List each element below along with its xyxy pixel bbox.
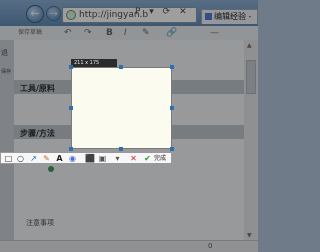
capture-selection[interactable]	[71, 67, 172, 149]
section-title-steps: 步骤/方法	[20, 129, 55, 138]
resize-handle-se[interactable]	[170, 147, 174, 151]
left-item-back[interactable]: 退	[1, 48, 8, 58]
resize-handle-e[interactable]	[170, 106, 174, 110]
tab-label: 编辑经验 -	[214, 12, 252, 21]
link-icon[interactable]: 🔗	[166, 26, 177, 40]
forward-arrow-icon[interactable]: →	[46, 6, 61, 21]
more-dropdown-icon[interactable]: ▾	[113, 154, 122, 163]
rectangle-tool-icon[interactable]: □	[4, 154, 13, 163]
screenshot-toolbar: □ ○ ↗ ✎ A ◉ ⬛ ▣ ▾ ✕ ✔ 完成	[0, 152, 172, 164]
address-tools[interactable]: P ▾ ⟳ ✕	[135, 7, 190, 17]
resize-handle-sw[interactable]	[69, 147, 73, 151]
resize-handle-nw[interactable]	[69, 65, 73, 69]
arrow-tool-icon[interactable]: ↗	[29, 154, 38, 163]
text-tool-icon[interactable]: A	[55, 154, 64, 163]
back-arrow-icon[interactable]: ←	[26, 5, 44, 23]
pen-icon[interactable]: ✎	[142, 26, 150, 40]
scrollbar-thumb[interactable]	[246, 60, 256, 94]
brush-tool-icon[interactable]: ✎	[42, 154, 51, 163]
resize-handle-n[interactable]	[119, 65, 123, 69]
cancel-icon[interactable]: ✕	[129, 154, 138, 163]
step-bullet-icon	[48, 166, 54, 172]
selection-size-label: 211 x 175	[71, 59, 117, 67]
save-draft-button[interactable]: 保存草稿	[18, 26, 42, 40]
copy-image-icon[interactable]: ▣	[98, 154, 107, 163]
left-sidebar: 退 保存	[0, 40, 14, 252]
status-text: 0	[208, 242, 213, 250]
scroll-down-icon[interactable]: ▼	[247, 232, 252, 239]
status-bar: 0	[0, 240, 258, 252]
section-title-tools: 工具/原料	[20, 84, 55, 93]
undo-icon[interactable]: ↶	[64, 26, 72, 40]
editor-toolbar: 保存草稿 ↶ ↷ B I ✎ 🔗 —	[14, 26, 244, 40]
ellipse-tool-icon[interactable]: ○	[16, 154, 25, 163]
title-bar: ← → http://jingyan.b P ▾ ⟳ ✕ 编辑经验 -	[0, 0, 258, 26]
confirm-check-icon[interactable]: ✔	[143, 154, 152, 163]
save-image-icon[interactable]: ⬛	[85, 154, 95, 163]
resize-handle-w[interactable]	[69, 106, 73, 110]
mosaic-tool-icon[interactable]: ◉	[68, 154, 77, 163]
tab-edit-experience[interactable]: 编辑经验 -	[201, 9, 258, 24]
section-title-notes: 注意事项	[26, 219, 54, 227]
resize-handle-s[interactable]	[119, 147, 123, 151]
done-button[interactable]: 完成	[154, 154, 166, 163]
italic-button[interactable]: I	[124, 26, 127, 40]
resize-handle-ne[interactable]	[170, 65, 174, 69]
bold-button[interactable]: B	[106, 26, 113, 40]
redo-icon[interactable]: ↷	[84, 26, 92, 40]
scroll-up-icon[interactable]: ▲	[247, 42, 252, 49]
secure-site-icon	[66, 10, 76, 20]
tab-favicon	[205, 13, 212, 20]
left-item-save[interactable]: 保存	[1, 68, 11, 75]
divider-icon[interactable]: —	[210, 26, 219, 40]
